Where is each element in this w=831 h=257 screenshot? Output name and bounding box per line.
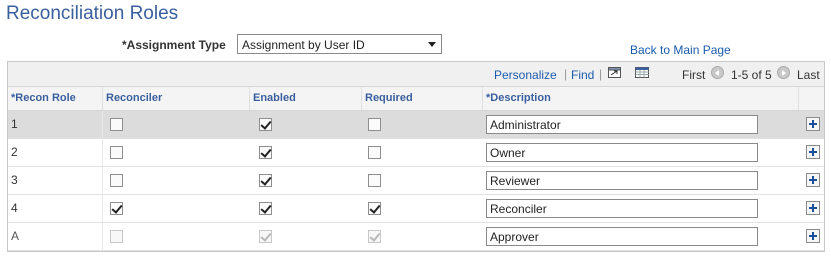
enabled-checkbox [259, 230, 272, 243]
find-link[interactable]: Find [571, 68, 594, 82]
page-title: Reconciliation Roles [6, 3, 179, 24]
recon-role-cell: A [8, 223, 103, 250]
first-label: First [682, 68, 706, 82]
add-row-button[interactable] [806, 201, 820, 215]
description-input[interactable]: Owner [486, 143, 758, 162]
column-header-enabled[interactable]: Enabled [250, 87, 362, 110]
enabled-checkbox[interactable] [259, 174, 272, 187]
row-range: 1-5 of 5 [731, 68, 772, 82]
add-row-button[interactable] [806, 173, 820, 187]
last-label: Last [797, 68, 820, 82]
reconciler-checkbox[interactable] [110, 146, 123, 159]
nav-separator: | [599, 67, 603, 81]
chevron-down-icon [428, 42, 436, 47]
recon-role-cell: 3 [8, 167, 103, 194]
description-input[interactable]: Administrator [486, 115, 758, 134]
assignment-type-label: *Assignment Type [122, 38, 226, 52]
view-all-icon[interactable] [608, 67, 621, 78]
roles-grid: Personalize | Find | First 1-5 of 5 Last… [7, 61, 825, 252]
add-row-button[interactable] [806, 117, 820, 131]
table-row[interactable]: 3 Reviewer [8, 167, 824, 195]
assignment-type-value: Assignment by User ID [242, 38, 365, 52]
column-header-reconciler[interactable]: Reconciler [103, 87, 250, 110]
add-row-button[interactable] [806, 145, 820, 159]
previous-arrow-icon[interactable] [711, 66, 724, 79]
table-row[interactable]: 1 Administrator [8, 111, 824, 139]
recon-role-cell: 2 [8, 139, 103, 166]
nav-separator: | [564, 67, 568, 81]
download-icon[interactable] [635, 67, 649, 78]
personalize-link[interactable]: Personalize [494, 68, 557, 82]
table-row[interactable]: A Approver [8, 223, 824, 251]
required-checkbox[interactable] [368, 118, 381, 131]
description-input[interactable]: Reconciler [486, 199, 758, 218]
assignment-type-select[interactable]: Assignment by User ID [237, 34, 442, 54]
reconciler-checkbox[interactable] [110, 202, 123, 215]
required-checkbox[interactable] [368, 202, 381, 215]
enabled-checkbox[interactable] [259, 202, 272, 215]
add-row-button[interactable] [806, 229, 820, 243]
required-checkbox[interactable] [368, 174, 381, 187]
enabled-checkbox[interactable] [259, 118, 272, 131]
enabled-checkbox[interactable] [259, 146, 272, 159]
table-row[interactable]: 4 Reconciler [8, 195, 824, 223]
description-input[interactable]: Reviewer [486, 171, 758, 190]
column-header-description[interactable]: *Description [483, 87, 799, 110]
reconciler-checkbox [110, 230, 123, 243]
table-row[interactable]: 2 Owner [8, 139, 824, 167]
reconciler-checkbox[interactable] [110, 174, 123, 187]
recon-role-cell: 4 [8, 195, 103, 222]
column-header-recon-role[interactable]: *Recon Role [8, 87, 103, 110]
recon-role-cell: 1 [8, 111, 103, 138]
required-checkbox[interactable] [368, 146, 381, 159]
back-to-main-page-link[interactable]: Back to Main Page [630, 43, 731, 57]
column-header-required[interactable]: Required [362, 87, 483, 110]
grid-header-row: *Recon Role Reconciler Enabled Required … [8, 87, 824, 111]
reconciler-checkbox[interactable] [110, 118, 123, 131]
grid-navigation-bar: Personalize | Find | First 1-5 of 5 Last [8, 62, 824, 87]
description-input[interactable]: Approver [486, 227, 758, 246]
required-checkbox [368, 230, 381, 243]
next-arrow-icon[interactable] [777, 66, 790, 79]
